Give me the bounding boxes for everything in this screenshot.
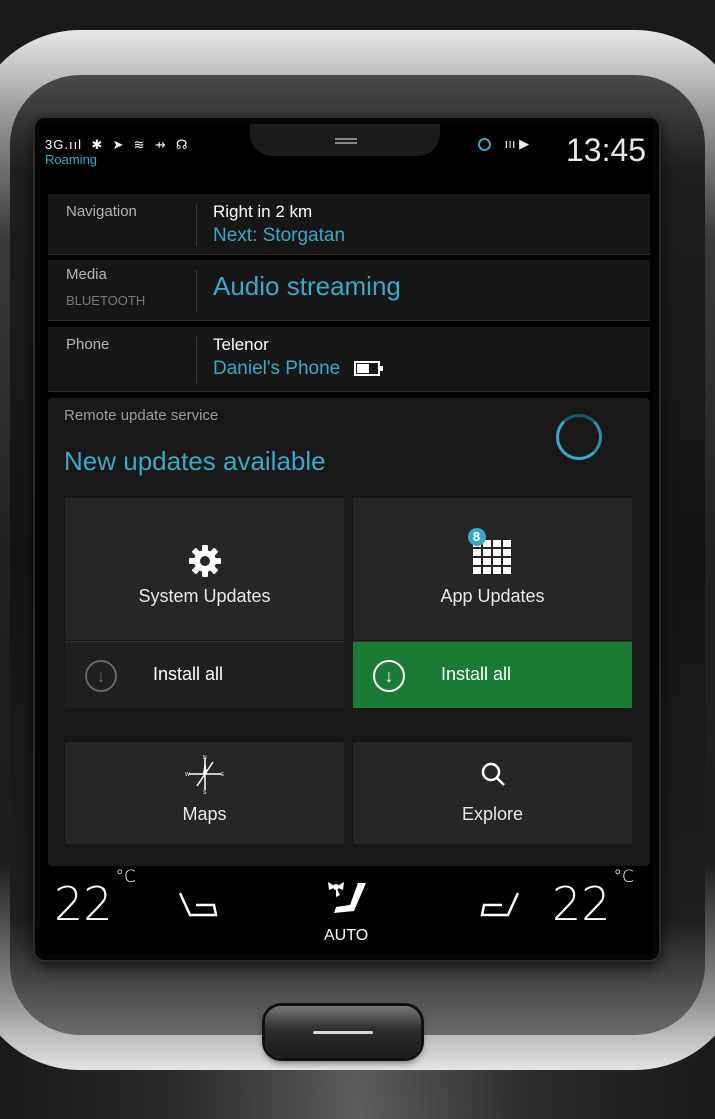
remote-update-title: Remote update service [64, 407, 219, 424]
home-button-bar [313, 1031, 373, 1034]
infotainment-screen: 3G.ııl ✱ ➤ ≋ ⇸ ☊ Roaming ııı ▶ 13:45 Nav… [40, 124, 654, 954]
status-icons-right: ııı ▶ [478, 136, 529, 152]
sync-icon [478, 138, 491, 152]
climate-auto-label[interactable]: AUTO [324, 927, 368, 945]
svg-text:W: W [185, 772, 190, 778]
media-now-playing: Audio streaming [213, 271, 401, 301]
roaming-label: Roaming [45, 152, 98, 167]
signal-indicator: 3G.ııl [45, 137, 83, 152]
location-icon: ➤ [107, 137, 125, 152]
status-bar: 3G.ııl ✱ ➤ ≋ ⇸ ☊ Roaming ııı ▶ 13:45 [40, 124, 654, 180]
pulldown-handle-icon [335, 138, 357, 140]
app-updates-card[interactable]: 8 App Updates [353, 498, 632, 640]
explore-app-tile[interactable]: Explore [353, 742, 632, 844]
media-source: BLUETOOTH [66, 293, 146, 308]
navigation-label: Navigation [66, 203, 137, 220]
phone-device-name: Daniel's Phone [213, 358, 341, 379]
apps-grid-icon: 8 [467, 528, 513, 580]
phone-label: Phone [66, 336, 110, 353]
status-icons-left: 3G.ııl ✱ ➤ ≋ ⇸ ☊ [45, 137, 188, 153]
system-install-all-button[interactable]: ↓ Install all [65, 641, 344, 708]
maps-app-tile[interactable]: N W E S Maps [65, 742, 344, 844]
system-install-all-label: Install all [153, 664, 224, 684]
tile-divider [196, 270, 197, 312]
phone-carrier: Telenor [213, 335, 269, 354]
right-temperature-control[interactable]: 22°C [552, 867, 634, 931]
svg-text:E: E [221, 772, 225, 778]
system-updates-label: System Updates [138, 586, 271, 606]
svg-text:N: N [203, 755, 207, 761]
explore-label: Explore [461, 804, 524, 824]
battery-icon [354, 361, 384, 377]
gear-icon [188, 545, 221, 577]
usb-icon: ⇸ [150, 137, 167, 152]
loading-spinner-icon [556, 414, 602, 460]
search-icon [481, 762, 505, 786]
right-temperature-value: 22 [552, 877, 611, 931]
right-seat-heat-icon[interactable] [478, 889, 522, 925]
app-install-all-button[interactable]: ↓ Install all [353, 641, 632, 708]
left-temperature-value: 22 [54, 877, 113, 931]
tile-divider [196, 337, 197, 383]
home-button[interactable] [265, 1006, 421, 1058]
top-pulldown-tab[interactable] [250, 124, 440, 156]
fan-airflow-icon[interactable] [324, 877, 372, 925]
maps-label: Maps [182, 804, 227, 824]
navigation-instruction: Right in 2 km [213, 202, 313, 221]
system-updates-card[interactable]: System Updates [65, 498, 344, 640]
temperature-unit: °C [115, 866, 136, 887]
download-icon: ↓ [373, 660, 405, 692]
phone-device: Daniel's Phone [213, 358, 384, 380]
left-temperature-control[interactable]: 22°C [54, 867, 136, 931]
bluetooth-icon: ✱ [86, 137, 104, 152]
tile-divider [196, 204, 197, 246]
temperature-unit: °C [613, 866, 634, 887]
app-updates-label: App Updates [440, 586, 545, 606]
app-updates-count-badge: 8 [467, 528, 486, 546]
remote-update-headline: New updates available [64, 446, 326, 476]
media-status-icons: ııı ▶ [504, 136, 530, 151]
left-seat-heat-icon[interactable] [176, 889, 220, 925]
navigation-next-street: Next: Storgatan [213, 225, 346, 246]
media-tile[interactable]: Media BLUETOOTH Audio streaming [48, 260, 650, 321]
climate-bar: 22°C AUTO 22°C [40, 867, 654, 954]
download-icon: ↓ [85, 660, 117, 692]
compass-icon: N W E S [185, 755, 225, 794]
wifi-icon: ≋ [128, 137, 146, 152]
svg-text:S: S [203, 790, 207, 794]
app-install-all-label: Install all [441, 664, 512, 684]
clock: 13:45 [566, 132, 647, 168]
phone-tile[interactable]: Phone Telenor Daniel's Phone [48, 327, 650, 392]
media-label: Media [66, 266, 107, 283]
navigation-tile[interactable]: Navigation Right in 2 km Next: Storgatan [48, 194, 650, 255]
voice-icon: ☊ [171, 137, 189, 152]
